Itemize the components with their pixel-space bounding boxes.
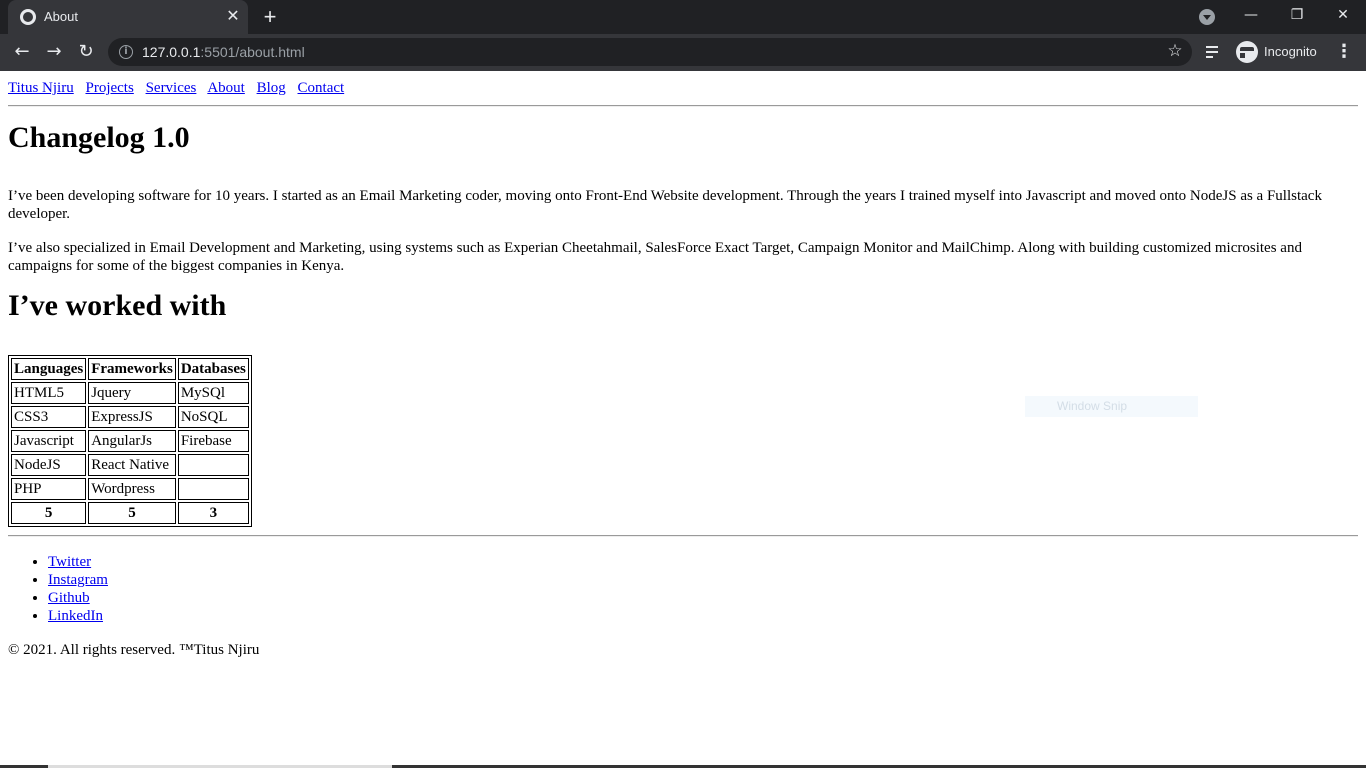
nav-link-blog[interactable]: Blog [257, 80, 286, 96]
footer-divider [8, 535, 1358, 537]
tab-title: About [44, 9, 78, 24]
forward-arrow-icon[interactable]: → [42, 40, 66, 64]
table-row: HTML5 Jquery MySQl [11, 382, 249, 404]
copyright-text: © 2021. All rights reserved. ™Titus Njir… [8, 642, 260, 658]
table-row: PHP Wordpress [11, 478, 249, 500]
close-tab-icon[interactable]: ✕ [224, 8, 242, 26]
site-nav: Titus Njiru Projects Services About Blog… [8, 79, 352, 97]
browser-tab[interactable]: About ✕ [8, 0, 248, 34]
table-cell: Javascript [11, 430, 87, 452]
incognito-label[interactable]: Incognito [1264, 44, 1317, 59]
incognito-icon[interactable] [1236, 41, 1264, 63]
close-window-button[interactable]: ✕ [1320, 0, 1366, 30]
table-cell: AngularJs [88, 430, 176, 452]
table-row: CSS3 ExpressJS NoSQL [11, 406, 249, 428]
table-total: 5 [88, 502, 176, 524]
address-bar[interactable]: i 127.0.0.1:5501/about.html ☆ [108, 38, 1192, 66]
back-arrow-icon[interactable]: ← [10, 40, 34, 64]
table-total: 3 [177, 502, 249, 524]
table-row: Javascript AngularJs Firebase [11, 430, 249, 452]
table-cell: Firebase [177, 430, 249, 452]
list-item: Instagram [48, 571, 108, 589]
table-totals-row: 5 5 3 [11, 502, 249, 524]
nav-link-about[interactable]: About [207, 80, 245, 96]
nav-link-projects[interactable]: Projects [85, 80, 133, 96]
new-tab-button[interactable]: + [258, 5, 282, 29]
reading-list-icon[interactable] [1203, 40, 1225, 64]
table-cell: HTML5 [11, 382, 87, 404]
restore-button[interactable]: ❐ [1274, 0, 1320, 30]
table-cell: ExpressJS [88, 406, 176, 428]
table-cell: PHP [11, 478, 87, 500]
reload-icon[interactable]: ↻ [74, 40, 98, 64]
window-snip-overlay: Window Snip [1025, 396, 1198, 417]
social-links-list: Twitter Instagram Github LinkedIn [8, 553, 108, 625]
tab-search-icon[interactable] [1199, 9, 1215, 25]
nav-link-services[interactable]: Services [146, 80, 197, 96]
globe-icon [20, 9, 36, 25]
table-cell: React Native [88, 454, 176, 476]
table-cell: CSS3 [11, 406, 87, 428]
table-cell [177, 454, 249, 476]
table-cell: Jquery [88, 382, 176, 404]
nav-link-home[interactable]: Titus Njiru [8, 80, 74, 96]
url-text[interactable]: 127.0.0.1:5501/about.html [142, 44, 305, 60]
github-link[interactable]: Github [48, 590, 90, 606]
table-header-languages: Languages [11, 358, 87, 380]
more-menu-icon[interactable]: ⋮ [1333, 40, 1355, 64]
tab-strip: About ✕ + — ❐ ✕ [0, 0, 1366, 34]
linkedin-link[interactable]: LinkedIn [48, 608, 103, 624]
page-title: Changelog 1.0 [8, 121, 190, 154]
minimize-button[interactable]: — [1228, 0, 1274, 30]
table-cell: Wordpress [88, 478, 176, 500]
instagram-link[interactable]: Instagram [48, 572, 108, 588]
table-cell [177, 478, 249, 500]
info-icon[interactable]: i [119, 45, 133, 59]
header-divider [8, 105, 1358, 107]
bookmark-star-icon[interactable]: ☆ [1165, 41, 1185, 61]
section-heading: I’ve worked with [8, 289, 227, 322]
intro-paragraph: I’ve been developing software for 10 yea… [8, 188, 1322, 222]
table-cell: NodeJS [11, 454, 87, 476]
list-item: Github [48, 589, 108, 607]
list-item: LinkedIn [48, 607, 108, 625]
skills-table: Languages Frameworks Databases HTML5 Jqu… [8, 355, 252, 527]
table-total: 5 [11, 502, 87, 524]
table-cell: MySQl [177, 382, 249, 404]
browser-toolbar: ← → ↻ i 127.0.0.1:5501/about.html ☆ Inco… [0, 34, 1366, 71]
twitter-link[interactable]: Twitter [48, 554, 91, 570]
table-header-databases: Databases [177, 358, 249, 380]
table-header-row: Languages Frameworks Databases [11, 358, 249, 380]
nav-link-contact[interactable]: Contact [298, 80, 345, 96]
table-row: NodeJS React Native [11, 454, 249, 476]
list-item: Twitter [48, 553, 108, 571]
email-paragraph: I’ve also specialized in Email Developme… [8, 240, 1302, 274]
table-cell: NoSQL [177, 406, 249, 428]
page-viewport: Titus Njiru Projects Services About Blog… [0, 71, 1366, 768]
table-header-frameworks: Frameworks [88, 358, 176, 380]
